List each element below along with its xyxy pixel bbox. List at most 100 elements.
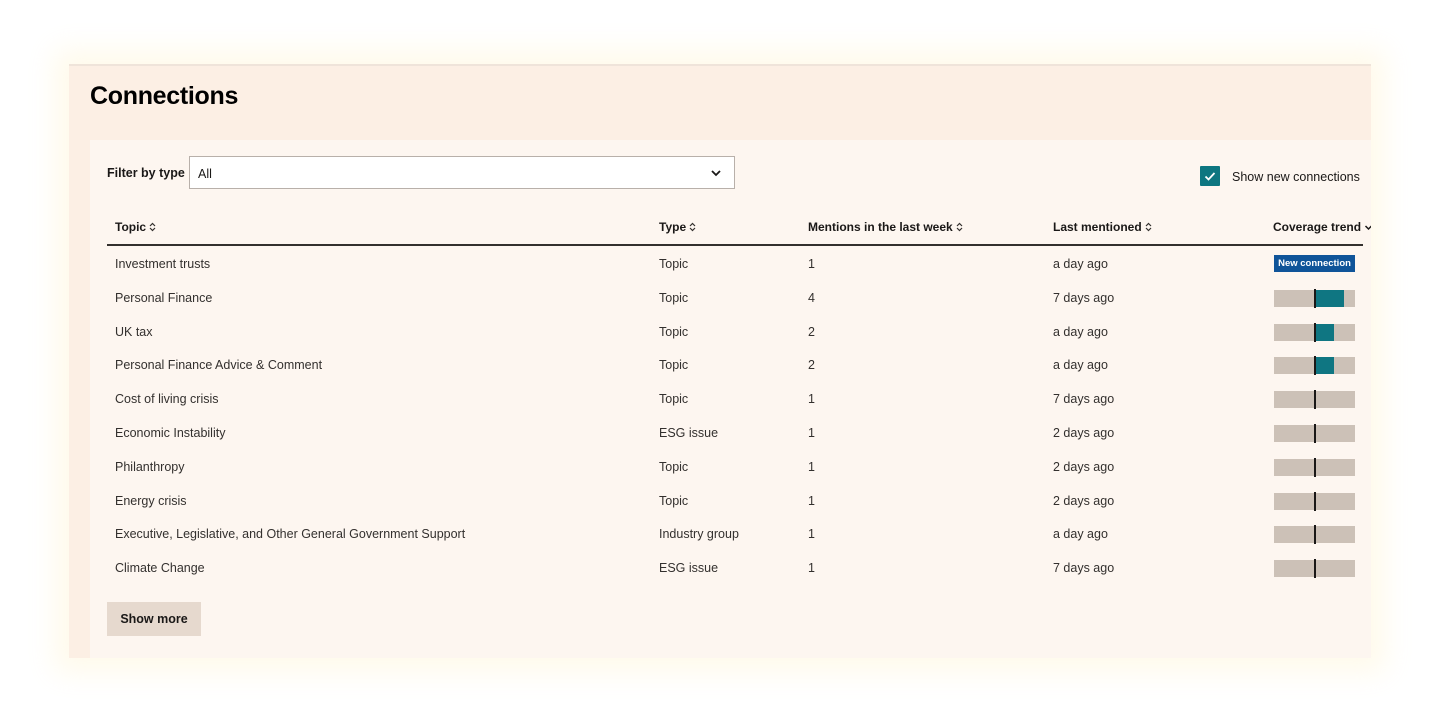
coverage-trend-baseline <box>1314 559 1316 579</box>
table-row[interactable]: Executive, Legislative, and Other Genera… <box>107 516 1363 550</box>
show-new-connections-checkbox[interactable] <box>1200 166 1220 186</box>
cell-type: Topic <box>659 493 689 508</box>
coverage-trend-baseline <box>1314 288 1316 308</box>
cell-topic: Economic Instability <box>115 425 226 440</box>
cell-last-mentioned: a day ago <box>1053 358 1108 373</box>
coverage-trend-fill <box>1314 289 1344 307</box>
coverage-trend-baseline <box>1314 322 1316 342</box>
cell-mentions: 2 <box>808 324 815 339</box>
coverage-trend-fill <box>1314 323 1334 341</box>
column-header-last-mentioned-label: Last mentioned <box>1053 220 1142 234</box>
cell-mentions: 2 <box>808 358 815 373</box>
new-connection-badge: New connection <box>1274 255 1355 272</box>
column-header-coverage-trend-label: Coverage trend <box>1273 220 1362 234</box>
coverage-trend-baseline <box>1314 356 1316 376</box>
cell-mentions: 1 <box>808 493 815 508</box>
table-row[interactable]: UK tax Topic 2 a day ago <box>107 314 1363 348</box>
cell-last-mentioned: a day ago <box>1053 257 1108 271</box>
column-header-topic[interactable]: Topic <box>115 220 156 234</box>
cell-last-mentioned: 2 days ago <box>1053 459 1115 474</box>
cell-last-mentioned: 7 days ago <box>1053 561 1115 576</box>
table-row[interactable]: Personal Finance Topic 4 7 days ago <box>107 280 1363 314</box>
cell-type: Topic <box>659 392 689 407</box>
coverage-trend-baseline <box>1314 457 1316 477</box>
table-row[interactable]: Energy crisis Topic 1 2 days ago <box>107 483 1363 517</box>
table-row[interactable]: Climate Change ESG issue 1 7 days ago <box>107 550 1363 584</box>
cell-type: ESG issue <box>659 561 719 576</box>
check-icon <box>1204 172 1216 181</box>
cell-topic: Personal Finance <box>115 290 213 305</box>
coverage-trend-baseline <box>1314 423 1316 443</box>
column-header-last-mentioned[interactable]: Last mentioned <box>1053 220 1152 234</box>
cell-mentions: 4 <box>808 290 815 305</box>
cell-topic: Climate Change <box>115 561 205 576</box>
sort-icon <box>1145 222 1152 232</box>
cell-topic: Cost of living crisis <box>115 392 219 407</box>
cell-type: Topic <box>659 257 689 271</box>
cell-topic: Energy crisis <box>115 493 187 508</box>
cell-topic: Personal Finance Advice & Comment <box>115 358 323 373</box>
table-row[interactable]: Economic Instability ESG issue 1 2 days ago <box>107 415 1363 449</box>
coverage-trend-bar <box>1274 356 1355 376</box>
coverage-trend-bar <box>1274 491 1355 511</box>
chevron-down-icon <box>1365 225 1371 231</box>
column-header-mentions-label: Mentions in the last week <box>808 220 953 234</box>
cell-last-mentioned: a day ago <box>1053 324 1108 339</box>
coverage-trend-bar <box>1274 423 1355 443</box>
cell-mentions: 1 <box>808 527 815 542</box>
cell-last-mentioned: 7 days ago <box>1053 392 1115 407</box>
cell-last-mentioned: 7 days ago <box>1053 290 1115 305</box>
coverage-trend-bar <box>1274 559 1355 579</box>
cell-type: Topic <box>659 290 689 305</box>
filter-selected-value: All <box>198 167 212 181</box>
show-more-button[interactable]: Show more <box>107 602 201 636</box>
coverage-trend-fill <box>1314 357 1334 375</box>
table-body: Investment trusts Topic 1 a day ago New conn… <box>107 246 1363 584</box>
cell-topic: UK tax <box>115 324 153 339</box>
column-header-topic-label: Topic <box>115 220 147 234</box>
cell-topic: Philanthropy <box>115 459 185 474</box>
sort-icon <box>149 222 156 232</box>
cell-mentions: 1 <box>808 425 815 440</box>
coverage-trend-bar <box>1274 288 1355 308</box>
show-new-connections-label: Show new connections <box>1232 170 1360 184</box>
table-header: Topic Type Mentions in the last week Las… <box>107 212 1371 246</box>
cell-mentions: 1 <box>808 459 815 474</box>
coverage-trend-bar <box>1274 390 1355 410</box>
coverage-trend-baseline <box>1314 491 1316 511</box>
cell-last-mentioned: a day ago <box>1053 527 1108 542</box>
cell-type: Topic <box>659 358 689 373</box>
cell-last-mentioned: 2 days ago <box>1053 425 1115 440</box>
coverage-trend-bar <box>1274 525 1355 545</box>
filter-type-select[interactable]: All <box>189 156 735 189</box>
cell-topic: Executive, Legislative, and Other Genera… <box>115 527 466 542</box>
coverage-trend-bar <box>1274 322 1355 342</box>
column-header-type-label: Type <box>659 220 687 234</box>
connections-panel: Filter by type All Show new connections … <box>90 140 1371 658</box>
table-row[interactable]: Investment trusts Topic 1 a day ago New conn… <box>107 246 1363 280</box>
cell-type: Industry group <box>659 527 739 542</box>
filter-label: Filter by type <box>107 166 185 180</box>
cell-mentions: 1 <box>808 257 815 271</box>
connections-table: Topic Type Mentions in the last week Las… <box>107 212 1371 584</box>
coverage-trend-bar <box>1274 457 1355 477</box>
cell-last-mentioned: 2 days ago <box>1053 493 1115 508</box>
cell-type: ESG issue <box>659 425 719 440</box>
connections-card: Connections Filter by type All Show new … <box>69 64 1371 658</box>
coverage-trend-baseline <box>1314 390 1316 410</box>
column-header-type[interactable]: Type <box>659 220 696 234</box>
cell-mentions: 1 <box>808 392 815 407</box>
table-row[interactable]: Cost of living crisis Topic 1 7 days ago <box>107 381 1363 415</box>
page-title: Connections <box>90 82 239 110</box>
column-header-coverage-trend[interactable]: Coverage trend <box>1273 220 1371 234</box>
chevron-down-icon <box>711 170 721 177</box>
cell-type: Topic <box>659 459 689 474</box>
table-row[interactable]: Philanthropy Topic 1 2 days ago <box>107 449 1363 483</box>
cell-type: Topic <box>659 324 689 339</box>
cell-mentions: 1 <box>808 561 815 576</box>
sort-icon <box>956 222 963 232</box>
column-header-mentions[interactable]: Mentions in the last week <box>808 220 963 234</box>
sort-icon <box>689 222 696 232</box>
table-row[interactable]: Personal Finance Advice & Comment Topic 2 a… <box>107 347 1363 381</box>
cell-topic: Investment trusts <box>115 257 211 271</box>
